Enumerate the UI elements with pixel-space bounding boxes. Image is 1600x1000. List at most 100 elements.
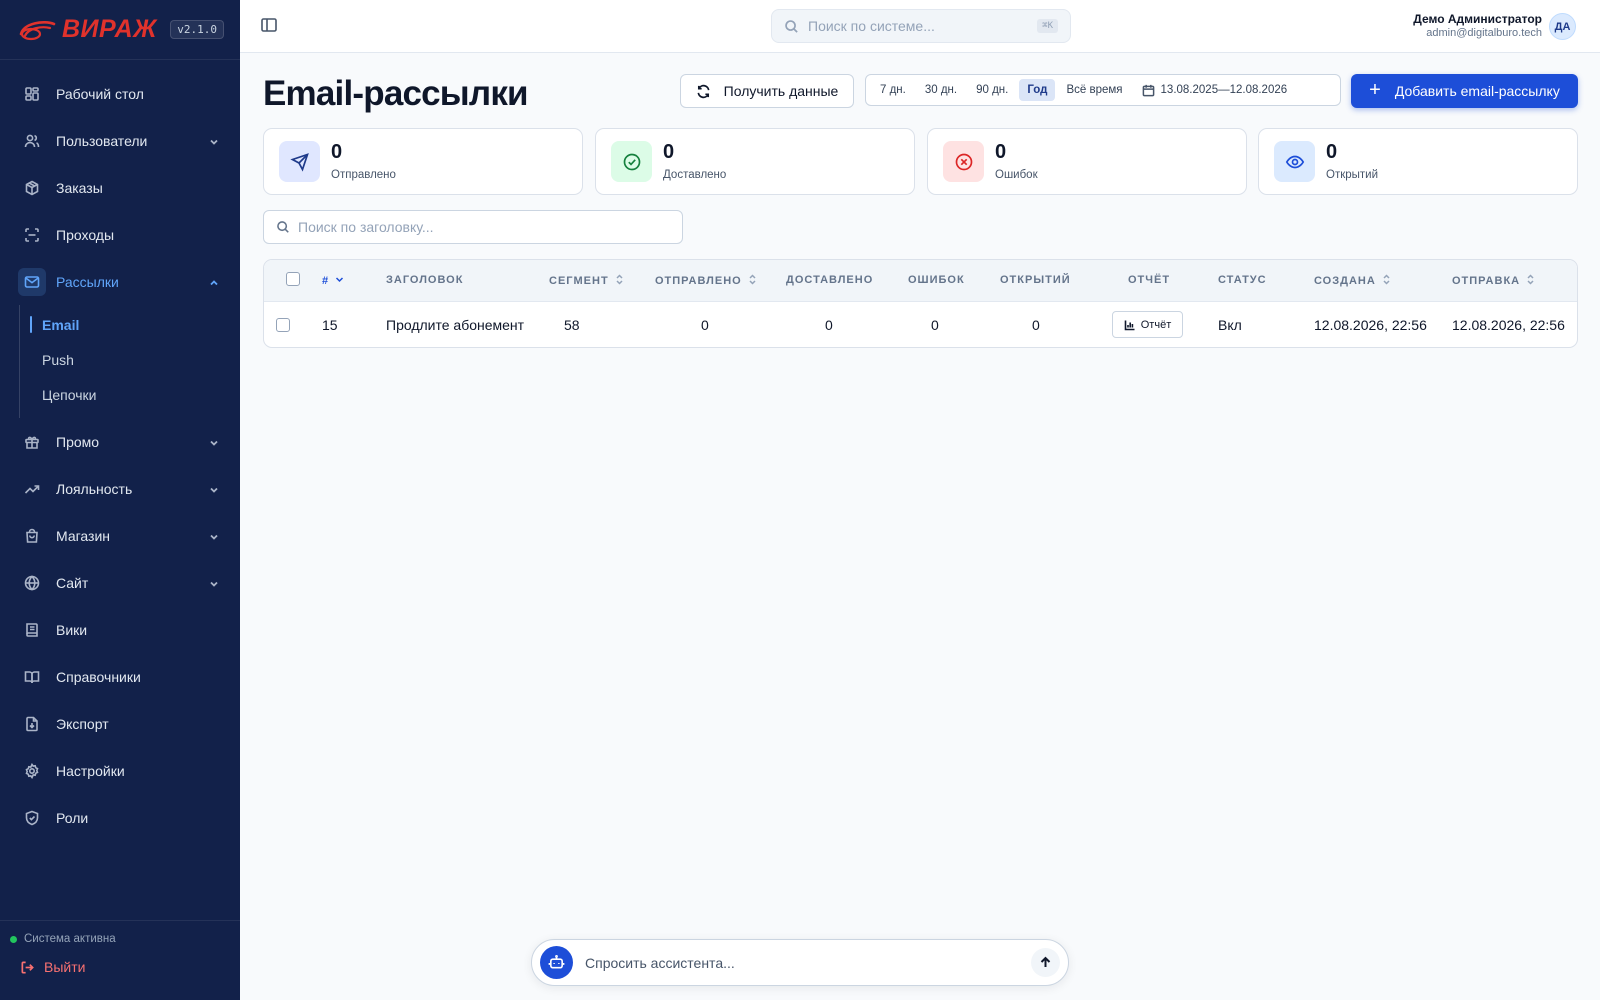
logout-label: Выйти — [44, 959, 86, 975]
column-delivered: ДОСТАВЛЕНО — [786, 274, 874, 286]
global-search[interactable]: ⌘K — [771, 9, 1071, 43]
period-all-time[interactable]: Всё время — [1058, 79, 1130, 101]
stat-card-errors: 0 Ошибок — [927, 128, 1247, 195]
sidebar-item-promo[interactable]: Промо — [0, 418, 240, 465]
check-circle-icon — [611, 141, 652, 182]
file-export-icon — [24, 716, 40, 732]
sidebar-item-mailings[interactable]: Рассылки — [0, 258, 240, 305]
add-email-mailing-button[interactable]: + Добавить email-рассылку — [1351, 74, 1578, 108]
report-button[interactable]: Отчёт — [1112, 311, 1183, 338]
stat-card-delivered: 0 Доставлено — [595, 128, 915, 195]
trending-icon — [24, 481, 40, 497]
cell-sent: 0 — [701, 317, 709, 333]
mailings-table: # ЗАГОЛОВОК СЕГМЕНТ ОТПРАВЛЕНО ДОСТАВЛЕН… — [263, 259, 1578, 348]
add-email-mailing-label: Добавить email-рассылку — [1394, 83, 1560, 99]
column-id[interactable]: # — [322, 274, 344, 288]
assistant-send-button[interactable] — [1031, 948, 1060, 977]
table-header: # ЗАГОЛОВОК СЕГМЕНТ ОТПРАВЛЕНО ДОСТАВЛЕН… — [264, 260, 1577, 302]
period-selector: 7 дн. 30 дн. 90 дн. Год Всё время 13.08.… — [865, 74, 1341, 106]
sidebar-item-wiki[interactable]: Вики — [0, 606, 240, 653]
sidebar-item-label: Рассылки — [56, 273, 119, 290]
globe-icon — [24, 574, 40, 591]
select-all-checkbox[interactable] — [286, 272, 300, 286]
sidebar-item-label: Заказы — [56, 179, 103, 196]
logout-button[interactable]: Выйти — [10, 959, 230, 975]
sidebar-item-directories[interactable]: Справочники — [0, 653, 240, 700]
sidebar-item-roles[interactable]: Роли — [0, 794, 240, 841]
chevron-down-icon — [208, 577, 220, 589]
sidebar-item-label: Сайт — [56, 574, 89, 591]
sidebar-item-orders[interactable]: Заказы — [0, 164, 240, 211]
page-title: Email-рассылки — [263, 74, 529, 113]
chevron-up-icon — [208, 276, 220, 288]
sidebar-toggle-button[interactable] — [260, 16, 280, 36]
sidebar-item-loyalty[interactable]: Лояльность — [0, 465, 240, 512]
cell-opens: 0 — [1032, 317, 1040, 333]
period-year[interactable]: Год — [1019, 79, 1056, 101]
column-label: ОТПРАВКА — [1452, 275, 1521, 287]
fetch-data-label: Получить данные — [723, 83, 839, 99]
system-status-text: Система активна — [24, 933, 116, 945]
column-report: ОТЧЁТ — [1128, 274, 1171, 286]
assistant-input[interactable] — [585, 954, 1031, 971]
stat-label: Отправлено — [331, 169, 396, 181]
sort-icon — [615, 274, 624, 288]
cell-title[interactable]: Продлите абонемент — [386, 317, 524, 333]
sidebar-item-label: Роли — [56, 809, 89, 826]
column-sent[interactable]: ОТПРАВЛЕНО — [655, 274, 757, 288]
sidebar-item-users[interactable]: Пользователи — [0, 117, 240, 164]
chevron-down-icon — [208, 436, 220, 448]
sidebar-item-passes[interactable]: Проходы — [0, 211, 240, 258]
period-30d[interactable]: 30 дн. — [917, 79, 965, 101]
cell-segment: 58 — [564, 317, 580, 333]
sidebar-item-label: Магазин — [56, 527, 111, 544]
title-search[interactable] — [263, 210, 683, 244]
subnav-item-chains[interactable]: Цепочки — [20, 377, 240, 412]
box-icon — [24, 180, 40, 196]
period-7d[interactable]: 7 дн. — [872, 79, 914, 101]
sidebar-item-export[interactable]: Экспорт — [0, 700, 240, 747]
stat-value: 0 — [663, 141, 675, 163]
logout-icon — [21, 961, 34, 973]
sidebar-nav: Рабочий стол Пользователи Заказы Проходы… — [0, 60, 240, 841]
sidebar-item-site[interactable]: Сайт — [0, 559, 240, 606]
gift-icon — [24, 434, 40, 450]
subnav-item-email[interactable]: Email — [20, 307, 240, 342]
sidebar-item-shop[interactable]: Магазин — [0, 512, 240, 559]
subnav-item-push[interactable]: Push — [20, 342, 240, 377]
column-created[interactable]: СОЗДАНА — [1314, 274, 1391, 288]
sidebar-item-dashboard[interactable]: Рабочий стол — [0, 70, 240, 117]
column-send-at[interactable]: ОТПРАВКА — [1452, 274, 1535, 288]
global-search-input[interactable] — [808, 18, 1038, 34]
search-shortcut-hint: ⌘K — [1037, 19, 1058, 33]
eye-icon — [1274, 141, 1315, 182]
table-row[interactable]: 15 Продлите абонемент 58 0 0 0 0 Отчёт В… — [264, 302, 1577, 347]
column-errors: ОШИБОК — [908, 274, 965, 286]
row-checkbox[interactable] — [276, 318, 290, 332]
sidebar-item-label: Справочники — [56, 668, 141, 685]
stat-value: 0 — [331, 141, 343, 163]
logo-text: ВИРАЖ — [62, 15, 157, 43]
column-segment[interactable]: СЕГМЕНТ — [549, 274, 624, 288]
title-search-input[interactable] — [298, 219, 670, 235]
scan-icon — [24, 227, 40, 243]
sidebar-footer: Система активна Выйти — [0, 920, 240, 1000]
mailings-subnav: Email Push Цепочки — [19, 305, 240, 418]
avatar[interactable]: ДА — [1549, 13, 1576, 40]
cell-send-at: 12.08.2026, 22:56 — [1452, 317, 1565, 333]
status-dot-icon — [10, 935, 17, 943]
dashboard-icon — [24, 86, 40, 102]
period-90d[interactable]: 90 дн. — [968, 79, 1016, 101]
sidebar-item-label: Экспорт — [56, 715, 109, 732]
fetch-data-button[interactable]: Получить данные — [680, 74, 854, 108]
date-range-picker[interactable]: 13.08.2025—12.08.2026 — [1142, 84, 1287, 97]
user-info[interactable]: Демо Администратор admin@digitalburo.tec… — [1413, 12, 1542, 39]
cell-status: Вкл — [1218, 317, 1242, 333]
user-email: admin@digitalburo.tech — [1426, 27, 1542, 39]
chevron-down-icon — [208, 483, 220, 495]
sidebar-item-label: Проходы — [56, 226, 115, 243]
x-circle-icon — [943, 141, 984, 182]
logo[interactable]: ВИРАЖ — [18, 15, 157, 44]
book-text-icon — [24, 622, 40, 638]
sidebar-item-settings[interactable]: Настройки — [0, 747, 240, 794]
